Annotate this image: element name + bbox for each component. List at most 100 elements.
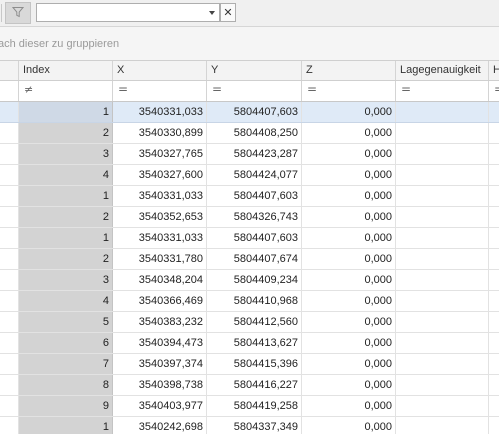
row-indicator[interactable] <box>0 123 19 143</box>
row-indicator[interactable] <box>0 207 19 227</box>
cell-index[interactable]: 2 <box>19 249 113 269</box>
cell-z[interactable]: 0,000 <box>302 375 396 395</box>
row-indicator[interactable] <box>0 270 19 290</box>
cell-y[interactable]: 5804410,968 <box>207 291 302 311</box>
cell-lage[interactable] <box>396 312 489 332</box>
row-indicator[interactable] <box>0 228 19 248</box>
filter-cell-index[interactable]: ≠ <box>19 81 113 101</box>
cell-lage[interactable] <box>396 249 489 269</box>
cell-z[interactable]: 0,000 <box>302 123 396 143</box>
cell-z[interactable]: 0,000 <box>302 165 396 185</box>
cell-x[interactable]: 3540327,600 <box>113 165 207 185</box>
cell-index[interactable]: 1 <box>19 228 113 248</box>
cell-lage[interactable] <box>396 375 489 395</box>
filter-toggle-button[interactable] <box>5 2 31 24</box>
cell-h[interactable] <box>489 123 499 143</box>
chevron-down-icon[interactable] <box>204 4 219 21</box>
cell-lage[interactable] <box>396 396 489 416</box>
table-row[interactable]: 2 3540330,899 5804408,250 0,000 <box>0 123 499 144</box>
cell-y[interactable]: 5804408,250 <box>207 123 302 143</box>
cell-h[interactable] <box>489 102 499 122</box>
filter-operator-icon[interactable]: ≠ <box>24 83 33 96</box>
cell-x[interactable]: 3540398,738 <box>113 375 207 395</box>
cell-index[interactable]: 8 <box>19 375 113 395</box>
cell-x[interactable]: 3540331,033 <box>113 228 207 248</box>
cell-z[interactable]: 0,000 <box>302 270 396 290</box>
filter-cell-z[interactable]: = <box>302 81 396 101</box>
cell-y[interactable]: 5804326,743 <box>207 207 302 227</box>
filter-combobox[interactable] <box>36 3 220 22</box>
cell-h[interactable] <box>489 270 499 290</box>
cell-h[interactable] <box>489 417 499 434</box>
cell-y[interactable]: 5804412,560 <box>207 312 302 332</box>
cell-lage[interactable] <box>396 354 489 374</box>
column-header-x[interactable]: X <box>113 61 207 80</box>
clear-filter-button[interactable]: ✕ <box>220 3 236 22</box>
table-row[interactable]: 6 3540394,473 5804413,627 0,000 <box>0 333 499 354</box>
cell-z[interactable]: 0,000 <box>302 186 396 206</box>
cell-y[interactable]: 5804409,234 <box>207 270 302 290</box>
cell-h[interactable] <box>489 186 499 206</box>
column-header-index[interactable]: Index <box>19 61 113 80</box>
table-row[interactable]: 3 3540348,204 5804409,234 0,000 <box>0 270 499 291</box>
filter-cell-y[interactable]: = <box>207 81 302 101</box>
table-row[interactable]: 1 3540331,033 5804407,603 0,000 <box>0 102 499 123</box>
table-row[interactable]: 5 3540383,232 5804412,560 0,000 <box>0 312 499 333</box>
cell-z[interactable]: 0,000 <box>302 396 396 416</box>
row-indicator[interactable] <box>0 291 19 311</box>
cell-x[interactable]: 3540394,473 <box>113 333 207 353</box>
cell-index[interactable]: 4 <box>19 165 113 185</box>
cell-lage[interactable] <box>396 186 489 206</box>
cell-h[interactable] <box>489 249 499 269</box>
row-indicator[interactable] <box>0 102 19 122</box>
table-row[interactable]: 7 3540397,374 5804415,396 0,000 <box>0 354 499 375</box>
filter-operator-icon[interactable]: = <box>118 82 128 96</box>
cell-y[interactable]: 5804407,674 <box>207 249 302 269</box>
group-by-panel[interactable]: ach dieser zu gruppieren <box>0 27 499 61</box>
cell-y[interactable]: 5804416,227 <box>207 375 302 395</box>
cell-x[interactable]: 3540397,374 <box>113 354 207 374</box>
table-row[interactable]: 4 3540366,469 5804410,968 0,000 <box>0 291 499 312</box>
cell-y[interactable]: 5804407,603 <box>207 228 302 248</box>
filter-cell-lage[interactable]: = <box>396 81 489 101</box>
column-header-y[interactable]: Y <box>207 61 302 80</box>
cell-z[interactable]: 0,000 <box>302 417 396 434</box>
cell-lage[interactable] <box>396 228 489 248</box>
cell-lage[interactable] <box>396 144 489 164</box>
filter-cell-x[interactable]: = <box>113 81 207 101</box>
cell-z[interactable]: 0,000 <box>302 312 396 332</box>
cell-y[interactable]: 5804407,603 <box>207 102 302 122</box>
cell-x[interactable]: 3540366,469 <box>113 291 207 311</box>
cell-lage[interactable] <box>396 270 489 290</box>
cell-y[interactable]: 5804419,258 <box>207 396 302 416</box>
column-header-z[interactable]: Z <box>302 61 396 80</box>
cell-x[interactable]: 3540330,899 <box>113 123 207 143</box>
cell-y[interactable]: 5804337,349 <box>207 417 302 434</box>
table-row[interactable]: 3 3540327,765 5804423,287 0,000 <box>0 144 499 165</box>
cell-x[interactable]: 3540383,232 <box>113 312 207 332</box>
cell-lage[interactable] <box>396 165 489 185</box>
row-indicator[interactable] <box>0 333 19 353</box>
cell-x[interactable]: 3540331,033 <box>113 102 207 122</box>
filter-operator-icon[interactable]: = <box>307 82 317 96</box>
row-indicator[interactable] <box>0 186 19 206</box>
cell-y[interactable]: 5804423,287 <box>207 144 302 164</box>
cell-z[interactable]: 0,000 <box>302 291 396 311</box>
table-row[interactable]: 1 3540331,033 5804407,603 0,000 <box>0 186 499 207</box>
cell-x[interactable]: 3540352,653 <box>113 207 207 227</box>
row-indicator[interactable] <box>0 375 19 395</box>
filter-operator-icon[interactable]: = <box>401 82 411 96</box>
cell-lage[interactable] <box>396 417 489 434</box>
table-row[interactable]: 1 3540331,033 5804407,603 0,000 <box>0 228 499 249</box>
table-row[interactable]: 2 3540352,653 5804326,743 0,000 <box>0 207 499 228</box>
row-indicator[interactable] <box>0 396 19 416</box>
cell-index[interactable]: 7 <box>19 354 113 374</box>
filter-operator-icon[interactable]: = <box>494 82 499 96</box>
cell-x[interactable]: 3540331,780 <box>113 249 207 269</box>
filter-cell-h[interactable]: = <box>489 81 499 101</box>
cell-h[interactable] <box>489 291 499 311</box>
cell-z[interactable]: 0,000 <box>302 144 396 164</box>
cell-h[interactable] <box>489 228 499 248</box>
cell-h[interactable] <box>489 144 499 164</box>
cell-h[interactable] <box>489 165 499 185</box>
